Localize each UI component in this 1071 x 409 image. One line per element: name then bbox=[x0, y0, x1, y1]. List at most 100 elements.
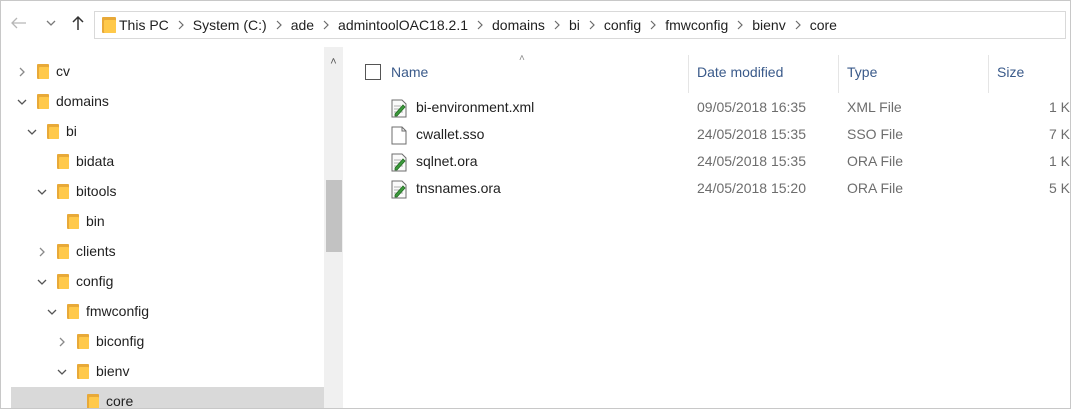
folder-icon bbox=[57, 154, 69, 169]
tree-item-label: bienv bbox=[96, 363, 130, 379]
file-date-modified: 09/05/2018 16:35 bbox=[697, 99, 806, 115]
folder-icon bbox=[77, 334, 89, 349]
chevron-right-icon[interactable] bbox=[554, 20, 560, 30]
edit-document-icon bbox=[391, 153, 407, 172]
file-type: XML File bbox=[847, 99, 902, 115]
breadcrumb-item[interactable]: bienv bbox=[752, 17, 785, 33]
tree-item-label: bitools bbox=[76, 183, 117, 199]
column-header-date[interactable]: Date modified bbox=[697, 61, 783, 83]
column-header-size[interactable]: Size bbox=[997, 61, 1024, 83]
folder-icon bbox=[77, 364, 89, 379]
recent-locations-button[interactable] bbox=[41, 13, 61, 33]
breadcrumb-item[interactable]: System (C:) bbox=[193, 17, 267, 33]
column-size-label: Size bbox=[997, 64, 1025, 80]
tree-item-label: core bbox=[106, 393, 134, 408]
folder-icon bbox=[57, 274, 69, 289]
chevron-right-icon[interactable] bbox=[795, 20, 801, 30]
breadcrumb-item[interactable]: This PC bbox=[119, 17, 169, 33]
blank-document-icon bbox=[391, 126, 407, 145]
expand-down-icon[interactable] bbox=[45, 305, 59, 319]
tree-item[interactable]: domains bbox=[11, 87, 324, 117]
file-row[interactable]: bi-environment.xml 09/05/2018 16:35 XML Fi… bbox=[343, 95, 1070, 122]
column-header-type[interactable]: Type bbox=[847, 61, 877, 83]
column-divider[interactable] bbox=[838, 55, 839, 93]
edit-document-icon bbox=[391, 99, 407, 118]
chevron-down-icon bbox=[46, 20, 56, 26]
expand-down-icon[interactable] bbox=[15, 95, 29, 109]
breadcrumb-item[interactable]: config bbox=[604, 17, 641, 33]
chevron-right-icon[interactable] bbox=[178, 20, 184, 30]
chevron-right-icon[interactable] bbox=[477, 20, 483, 30]
chevron-right-icon[interactable] bbox=[276, 20, 282, 30]
breadcrumb: This PC System (C:) ade admintoolOAC18.2.1 d… bbox=[95, 17, 837, 33]
folder-icon bbox=[37, 64, 49, 79]
tree-item[interactable]: config bbox=[11, 267, 324, 297]
file-name: tnsnames.ora bbox=[416, 180, 501, 196]
file-row[interactable]: cwallet.sso 24/05/2018 15:35 SSO File 7 K bbox=[343, 122, 1070, 149]
breadcrumb-item[interactable]: ade bbox=[291, 17, 314, 33]
navigation-bar: This PC System (C:) ade admintoolOAC18.2.1 d… bbox=[1, 1, 1070, 45]
scrollbar-thumb[interactable] bbox=[326, 180, 342, 252]
tree-item-label: biconfig bbox=[96, 333, 145, 349]
file-type: ORA File bbox=[847, 153, 904, 169]
up-button[interactable] bbox=[67, 13, 89, 33]
edit-document-icon bbox=[391, 180, 407, 199]
scroll-up-icon[interactable]: ˄ bbox=[324, 55, 343, 69]
folder-icon bbox=[47, 124, 59, 139]
chevron-right-icon[interactable] bbox=[589, 20, 595, 30]
file-date-modified: 24/05/2018 15:20 bbox=[697, 180, 806, 196]
address-bar[interactable]: This PC System (C:) ade admintoolOAC18.2.1 d… bbox=[94, 11, 1066, 39]
breadcrumb-item[interactable]: admintoolOAC18.2.1 bbox=[338, 17, 468, 33]
expand-down-icon[interactable] bbox=[25, 125, 39, 139]
navigation-pane: cv domains bi bidata bitools bin clients config… bbox=[1, 47, 343, 408]
folder-icon bbox=[67, 304, 79, 319]
tree-item[interactable]: biconfig bbox=[11, 327, 324, 357]
tree-item[interactable]: bin bbox=[11, 207, 324, 237]
file-row[interactable]: sqlnet.ora 24/05/2018 15:35 ORA File 1 K bbox=[343, 149, 1070, 176]
expand-right-icon[interactable] bbox=[55, 335, 69, 349]
column-divider[interactable] bbox=[688, 55, 689, 93]
tree-item[interactable]: bidata bbox=[11, 147, 324, 177]
file-name: sqlnet.ora bbox=[416, 153, 478, 169]
breadcrumb-item[interactable]: core bbox=[810, 17, 837, 33]
tree-item-label: bidata bbox=[76, 153, 115, 169]
file-date-modified: 24/05/2018 15:35 bbox=[697, 126, 806, 142]
tree-item[interactable]: bi bbox=[11, 117, 324, 147]
tree-item-label: cv bbox=[56, 63, 70, 79]
expand-right-icon[interactable] bbox=[15, 65, 29, 79]
tree-item[interactable]: cv bbox=[11, 57, 324, 87]
expand-right-icon[interactable] bbox=[35, 245, 49, 259]
chevron-right-icon[interactable] bbox=[650, 20, 657, 30]
folder-icon bbox=[37, 94, 49, 109]
column-name-label: Name bbox=[391, 64, 429, 80]
expand-down-icon[interactable] bbox=[35, 185, 49, 199]
tree-item[interactable]: core bbox=[11, 387, 324, 408]
file-date-modified: 24/05/2018 15:35 bbox=[697, 153, 806, 169]
back-button[interactable] bbox=[9, 13, 29, 33]
chevron-right-icon[interactable] bbox=[737, 20, 744, 30]
breadcrumb-item[interactable]: fmwconfig bbox=[665, 17, 728, 33]
file-size: 1 K bbox=[1049, 153, 1071, 169]
file-size: 7 K bbox=[1049, 126, 1071, 142]
tree-item-label: bi bbox=[66, 123, 77, 139]
column-date-label: Date modified bbox=[697, 64, 784, 80]
folder-icon bbox=[57, 244, 69, 259]
column-header-name[interactable]: Name bbox=[391, 61, 428, 83]
file-size: 5 K bbox=[1049, 180, 1071, 196]
file-row[interactable]: tnsnames.ora 24/05/2018 15:20 ORA File 5 K bbox=[343, 176, 1070, 203]
tree-item[interactable]: bienv bbox=[11, 357, 324, 387]
tree-item[interactable]: fmwconfig bbox=[11, 297, 324, 327]
breadcrumb-item[interactable]: domains bbox=[492, 17, 545, 33]
file-name: bi-environment.xml bbox=[416, 99, 535, 115]
expand-down-icon[interactable] bbox=[35, 275, 49, 289]
breadcrumb-item[interactable]: bi bbox=[569, 17, 580, 33]
tree-item[interactable]: bitools bbox=[11, 177, 324, 207]
expand-down-icon[interactable] bbox=[55, 365, 69, 379]
select-all-checkbox[interactable] bbox=[365, 64, 381, 80]
tree-item[interactable]: clients bbox=[11, 237, 324, 267]
file-type: ORA File bbox=[847, 180, 904, 196]
column-divider[interactable] bbox=[988, 55, 989, 93]
chevron-right-icon[interactable] bbox=[323, 20, 329, 30]
folder-icon bbox=[102, 17, 116, 33]
navigation-scrollbar[interactable]: ˄ bbox=[324, 47, 343, 408]
